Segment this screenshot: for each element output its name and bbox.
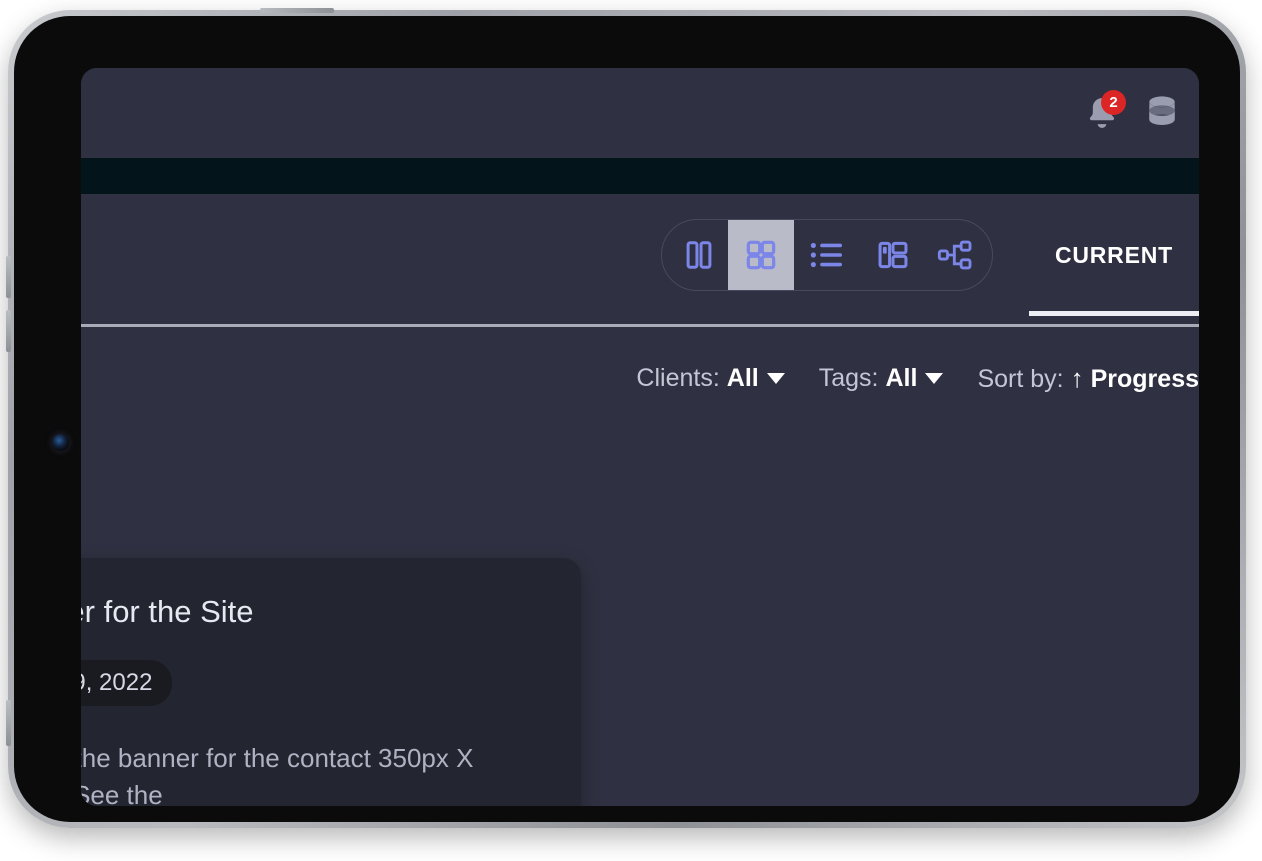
side-button[interactable]	[6, 700, 11, 746]
view-option-list[interactable]	[794, 220, 860, 290]
tablet-screen: 2 CURRENT Clients: All Tags: All Sort by…	[81, 68, 1199, 806]
tab-current[interactable]: CURRENT	[1028, 194, 1199, 316]
view-option-columns[interactable]	[662, 220, 728, 290]
content-divider	[81, 324, 1199, 327]
database-icon	[1149, 95, 1175, 125]
volume-down-button[interactable]	[6, 310, 11, 352]
board-view-icon	[878, 241, 908, 269]
view-option-grid[interactable]	[727, 220, 794, 290]
clients-filter[interactable]: Clients: All	[636, 363, 785, 393]
tree-view-icon	[937, 240, 972, 270]
task-card-date-badge: Oct 29, 2022	[81, 660, 173, 706]
tags-filter[interactable]: Tags: All	[819, 364, 944, 393]
list-view-icon	[810, 242, 842, 268]
tablet-device-frame: 2 CURRENT Clients: All Tags: All Sort by…	[6, 8, 1246, 828]
power-button[interactable]	[260, 8, 334, 13]
app-window: 2 CURRENT Clients: All Tags: All Sort by…	[81, 68, 1199, 806]
clients-filter-value: All	[726, 363, 759, 392]
volume-up-button[interactable]	[6, 256, 11, 298]
sort-by-control[interactable]: Sort by: ↑ Progress	[977, 363, 1199, 394]
filter-row: Clients: All Tags: All Sort by: ↑ Progre…	[81, 338, 1199, 418]
view-option-tree[interactable]	[926, 220, 992, 290]
tags-filter-label: Tags:	[818, 363, 879, 392]
task-card-title: Banner for the Site	[81, 594, 254, 629]
notifications-button[interactable]: 2	[1083, 90, 1126, 133]
clients-filter-label: Clients:	[636, 363, 720, 392]
sort-ascending-icon: ↑	[1070, 362, 1084, 393]
columns-view-icon	[686, 241, 712, 269]
app-header: 2	[81, 68, 1199, 158]
toolbar-row: CURRENT	[81, 194, 1199, 316]
task-card-description: I need the banner for the contact 350px …	[81, 743, 474, 806]
tab-bar: CURRENT	[1028, 194, 1199, 316]
tags-filter-value: All	[885, 363, 918, 392]
tab-current-label: CURRENT	[1054, 241, 1173, 268]
tablet-bezel: 2 CURRENT Clients: All Tags: All Sort by…	[14, 16, 1240, 822]
front-camera-icon	[52, 434, 69, 451]
task-card[interactable]: Banner for the Site Oct 29, 2022 I need …	[81, 558, 581, 806]
grid-view-icon	[746, 240, 776, 270]
chevron-down-icon	[766, 372, 785, 384]
view-option-board[interactable]	[860, 220, 926, 290]
notification-badge: 2	[1101, 90, 1126, 115]
view-switcher	[660, 219, 993, 291]
database-button[interactable]	[1143, 91, 1181, 136]
screenshot-stage: 2 CURRENT Clients: All Tags: All Sort by…	[0, 0, 1262, 861]
chevron-down-icon	[925, 372, 944, 384]
dark-accent-strip	[81, 158, 1199, 194]
sort-by-value: Progress	[1090, 364, 1199, 393]
sort-by-label: Sort by:	[977, 364, 1064, 393]
header-icon-group: 2	[1083, 90, 1181, 136]
